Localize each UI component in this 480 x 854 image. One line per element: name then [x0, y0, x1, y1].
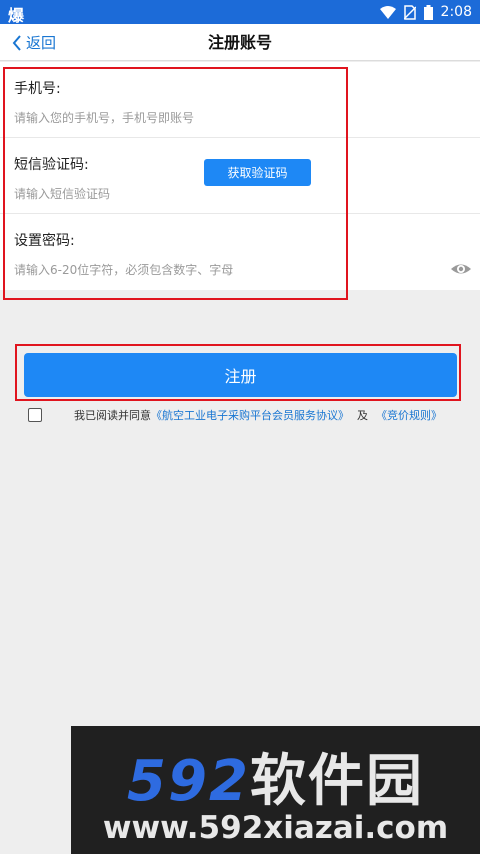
password-row: 设置密码: [0, 214, 480, 290]
agreement-middle: 及 [357, 409, 368, 422]
page-title: 注册账号 [207, 33, 272, 52]
watermark-url: www.592xiazai.com [102, 810, 449, 846]
phone-input[interactable] [14, 106, 434, 130]
no-sim-icon [403, 4, 416, 20]
back-label: 返回 [26, 34, 57, 52]
chevron-left-icon [12, 34, 21, 51]
watermark-number: 592 [127, 749, 250, 814]
password-label: 设置密码: [14, 233, 75, 249]
sms-code-input[interactable] [14, 182, 194, 206]
battery-icon [423, 4, 433, 20]
status-icons: 2:08 [379, 0, 472, 24]
agreement-row: 我已阅读并同意 《航空工业电子采购平台会员服务协议》 及 《竞价规则》 [28, 406, 468, 424]
phone-label: 手机号: [14, 81, 61, 97]
service-agreement-link[interactable]: 《航空工业电子采购平台会员服务协议》 [151, 407, 349, 423]
back-button[interactable]: 返回 [12, 24, 56, 61]
bidding-rules-link[interactable]: 《竞价规则》 [376, 407, 442, 423]
register-button[interactable]: 注册 [24, 353, 457, 397]
registration-form: 手机号: 短信验证码: 获取验证码 设置密码: [0, 62, 480, 290]
sms-code-label: 短信验证码: [14, 157, 89, 173]
watermark-title: 592软件园 [71, 736, 480, 817]
wifi-icon [379, 5, 396, 19]
clock-time: 2:08 [440, 4, 472, 20]
sms-code-row: 短信验证码: 获取验证码 [0, 138, 480, 214]
agree-checkbox[interactable] [28, 408, 42, 422]
app-header: 返回 注册账号 [0, 24, 480, 61]
eye-icon[interactable] [450, 258, 472, 280]
password-input[interactable] [14, 258, 434, 282]
get-code-button[interactable]: 获取验证码 [204, 159, 311, 186]
agreement-prefix: 我已阅读并同意 [74, 409, 151, 422]
watermark-logo: 592软件园 www.592xiazai.com [71, 726, 480, 854]
phone-row: 手机号: [0, 62, 480, 138]
app-notification-icon: 爆 [8, 6, 25, 25]
watermark-name: 软件园 [249, 749, 424, 814]
status-bar: 爆 2:08 [0, 0, 480, 25]
